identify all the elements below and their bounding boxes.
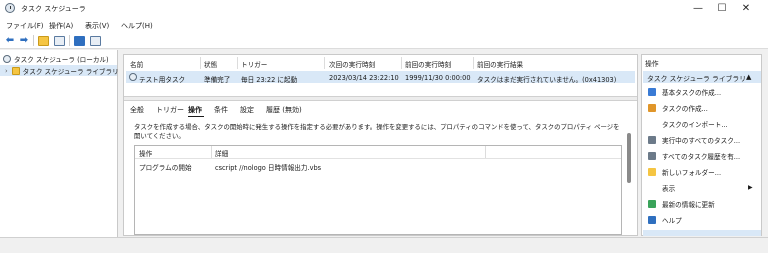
active-tab-indicator bbox=[188, 116, 204, 117]
task-trigger: 毎日 23:22 に起動 bbox=[241, 76, 298, 84]
action-view[interactable]: 表示 bbox=[648, 182, 758, 193]
tree-item-library-label: タスク スケジューラ ライブラリ bbox=[22, 67, 119, 76]
menu-file[interactable]: ファイル(F) bbox=[6, 21, 44, 31]
title-bar: タスク スケジューラ — ☐ ✕ bbox=[0, 0, 768, 17]
refresh-icon bbox=[648, 199, 656, 208]
tab-history[interactable]: 履歴 (無効) bbox=[266, 105, 302, 115]
action-running-tasks[interactable]: 実行中のすべてのタスク... bbox=[648, 134, 740, 145]
menu-view[interactable]: 表示(V) bbox=[85, 21, 109, 31]
actions-description: タスクを作成する場合、タスクの開始時に発生する操作を指定する必要があります。操作… bbox=[134, 123, 620, 140]
forward-arrow-icon[interactable]: ➡ bbox=[18, 35, 30, 46]
grid-cell-action[interactable]: プログラムの開始 bbox=[139, 162, 192, 172]
create-task-icon bbox=[648, 103, 656, 112]
column-header-next-run[interactable]: 次回の実行時刻 bbox=[329, 59, 375, 69]
action-label: 表示 bbox=[662, 184, 676, 193]
grid-header-action[interactable]: 操作 bbox=[139, 148, 152, 158]
actions-pane: 操作 タスク スケジューラ ライブラリ ▲ 基本タスクの作成... タスクの作成… bbox=[641, 54, 762, 236]
basic-task-icon bbox=[648, 87, 656, 96]
menu-help[interactable]: ヘルプ(H) bbox=[121, 21, 153, 31]
clock-icon bbox=[3, 54, 11, 63]
action-label: ヘルプ bbox=[662, 216, 682, 225]
blank-icon bbox=[648, 184, 656, 192]
blank-icon bbox=[648, 120, 656, 128]
back-arrow-icon[interactable]: ⬅ bbox=[4, 35, 16, 46]
tab-general[interactable]: 全般 bbox=[130, 105, 144, 115]
tree-item-root-label: タスク スケジューラ (ローカル) bbox=[14, 55, 109, 64]
folder-up-icon[interactable] bbox=[37, 35, 49, 46]
history-icon bbox=[648, 151, 656, 160]
tree-item-root[interactable]: タスク スケジューラ (ローカル) bbox=[3, 53, 115, 64]
grid-header-detail[interactable]: 詳細 bbox=[215, 148, 228, 158]
task-status: 準備完了 bbox=[204, 76, 231, 84]
new-folder-icon bbox=[648, 167, 656, 176]
clock-app-icon bbox=[5, 3, 15, 13]
action-label: タスクの作成... bbox=[662, 104, 708, 113]
action-help[interactable]: ヘルプ bbox=[648, 214, 682, 225]
action-new-folder[interactable]: 新しいフォルダー... bbox=[648, 166, 721, 177]
column-header-last-result[interactable]: 前回の実行結果 bbox=[477, 59, 523, 69]
toolbar-separator bbox=[69, 35, 70, 46]
scrollbar-thumb[interactable] bbox=[627, 133, 631, 183]
action-import-task[interactable]: タスクのインポート... bbox=[648, 118, 728, 129]
panel-splitter[interactable] bbox=[124, 96, 637, 101]
center-panel: 名前 状態 トリガー 次回の実行時刻 前回の実行時刻 前回の実行結果 テスト用タ… bbox=[123, 54, 638, 236]
action-create-basic-task[interactable]: 基本タスクの作成... bbox=[648, 86, 721, 97]
tree-expander-icon[interactable]: › bbox=[5, 67, 8, 75]
task-last-result: タスクはまだ実行されていません。(0x41303) bbox=[477, 76, 617, 84]
action-label: 最新の情報に更新 bbox=[662, 200, 715, 209]
action-create-task[interactable]: タスクの作成... bbox=[648, 102, 708, 113]
column-header-trigger[interactable]: トリガー bbox=[241, 59, 267, 69]
tab-triggers[interactable]: トリガー bbox=[156, 105, 184, 115]
tree-item-library[interactable]: › タスク スケジューラ ライブラリ bbox=[0, 65, 119, 76]
selected-item-section-header[interactable] bbox=[643, 230, 761, 236]
panel-icon[interactable] bbox=[89, 35, 101, 46]
action-label: 実行中のすべてのタスク... bbox=[662, 136, 741, 145]
submenu-arrow-icon: ▶ bbox=[748, 184, 753, 191]
tab-actions[interactable]: 操作 bbox=[188, 105, 202, 115]
close-button[interactable]: ✕ bbox=[724, 0, 768, 17]
actions-grid: 操作 詳細 プログラムの開始 cscript //nologo 日時情報出力.v… bbox=[134, 145, 622, 235]
tab-conditions[interactable]: 条件 bbox=[214, 105, 228, 115]
task-name[interactable]: テスト用タスク bbox=[139, 74, 185, 84]
window-title: タスク スケジューラ bbox=[21, 5, 86, 13]
folder-icon bbox=[11, 66, 20, 75]
details-scrollbar[interactable] bbox=[626, 125, 632, 233]
toolbar: ⬅ ➡ bbox=[0, 32, 768, 49]
column-header-status[interactable]: 状態 bbox=[204, 59, 217, 69]
action-label: 基本タスクの作成... bbox=[662, 88, 722, 97]
toolbar-separator bbox=[33, 35, 34, 46]
task-next-run: 2023/03/14 23:22:10 bbox=[329, 74, 399, 82]
console-tree-icon[interactable] bbox=[53, 35, 65, 46]
action-refresh[interactable]: 最新の情報に更新 bbox=[648, 198, 715, 209]
action-label: 新しいフォルダー... bbox=[662, 168, 722, 177]
task-clock-icon bbox=[129, 73, 137, 81]
menu-bar: ファイル(F) 操作(A) 表示(V) ヘルプ(H) bbox=[0, 17, 768, 32]
task-list: 名前 状態 トリガー 次回の実行時刻 前回の実行時刻 前回の実行結果 テスト用タ… bbox=[124, 55, 637, 95]
actions-pane-title: 操作 bbox=[645, 60, 659, 68]
action-enable-history[interactable]: すべてのタスク履歴を有... bbox=[648, 150, 740, 161]
action-label: タスクのインポート... bbox=[662, 120, 728, 129]
collapse-icon[interactable]: ▲ bbox=[746, 73, 751, 81]
console-tree: タスク スケジューラ (ローカル) › タスク スケジューラ ライブラリ bbox=[0, 50, 119, 237]
action-label: すべてのタスク履歴を有... bbox=[662, 152, 741, 161]
menu-action[interactable]: 操作(A) bbox=[49, 21, 73, 31]
actions-section-label: タスク スケジューラ ライブラリ bbox=[647, 75, 747, 83]
help-icon bbox=[648, 215, 656, 224]
task-last-run: 1999/11/30 0:00:00 bbox=[405, 74, 471, 82]
column-header-last-run[interactable]: 前回の実行時刻 bbox=[405, 59, 451, 69]
running-tasks-icon bbox=[648, 135, 656, 144]
tab-settings[interactable]: 設定 bbox=[240, 105, 254, 115]
column-header-name[interactable]: 名前 bbox=[130, 59, 143, 69]
grid-cell-detail[interactable]: cscript //nologo 日時情報出力.vbs bbox=[215, 162, 321, 172]
help-icon[interactable] bbox=[73, 35, 85, 46]
detail-tabs: 全般 トリガー 操作 条件 設定 履歴 (無効) bbox=[124, 102, 637, 117]
status-bar bbox=[0, 237, 768, 253]
